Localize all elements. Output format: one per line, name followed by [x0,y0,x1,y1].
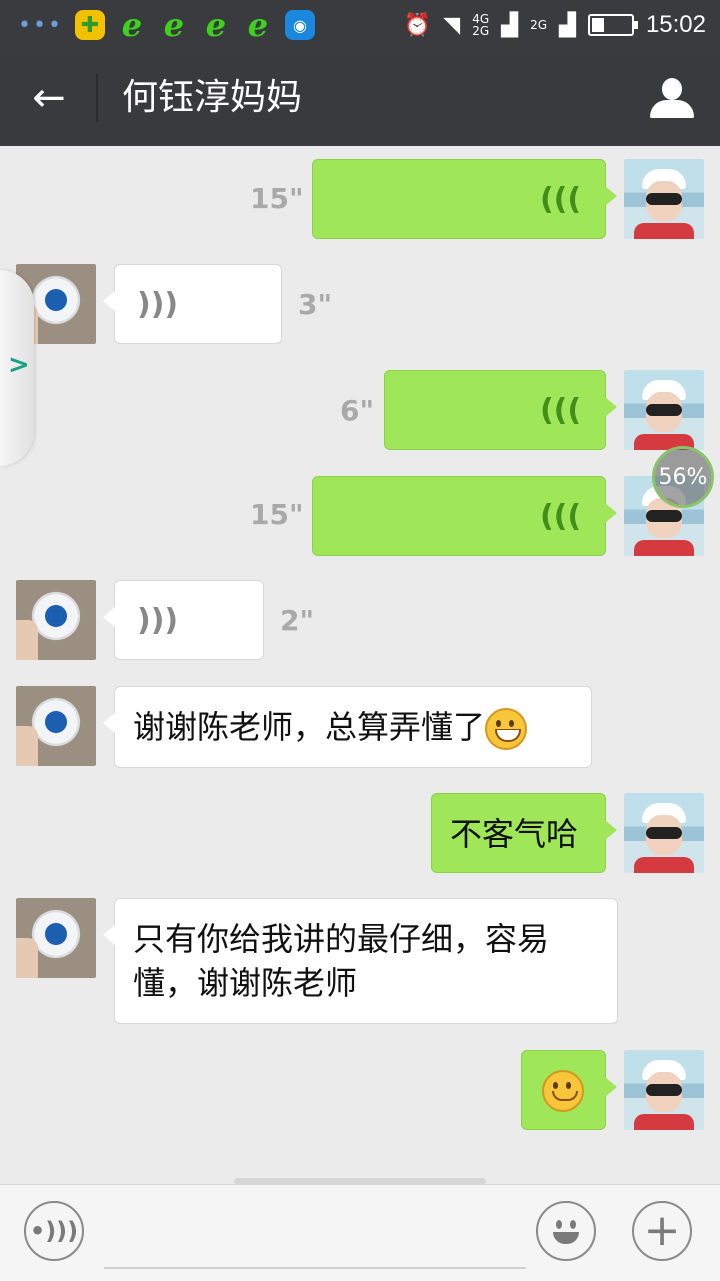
message-text-line: 只有你给我讲的最仔细，容易 [133,920,550,958]
ie-icon: e [205,6,227,44]
wifi-icon: ◥ [443,12,461,38]
voice-message-bubble[interactable]: ))) [103,264,282,344]
text-message-bubble[interactable]: 只有你给我讲的最仔细，容易 懂，谢谢陈老师 [103,898,618,1024]
text-message-bubble[interactable]: 谢谢陈老师，总算弄懂了 [103,686,592,768]
header-divider [96,74,98,122]
progress-badge[interactable]: 56% [652,446,714,508]
wifi-key-icon: ◉ [284,10,315,40]
plus-icon: + [643,1205,681,1256]
voice-message-bubble[interactable]: ))) [312,159,617,239]
arrow-left-icon: ← [32,75,66,121]
voice-icon: •))) [29,1217,79,1245]
text-message-bubble[interactable]: 不客气哈 [431,793,617,873]
message-text: 不客气哈 [450,815,579,853]
signal-icon: ▟ [559,12,576,38]
alarm-icon: ⏰ [403,12,432,38]
contact-avatar[interactable] [16,686,96,766]
voice-message-bubble[interactable]: ))) [103,580,264,660]
voice-duration: 2" [280,604,315,637]
voice-duration: 3" [298,288,333,321]
voice-toggle-button[interactable]: •))) [24,1201,84,1261]
message-text: 谢谢陈老师，总算弄懂了 [133,708,486,746]
floating-side-tab[interactable]: > [0,270,34,466]
network-2g-label: 2G [530,18,548,32]
ie-icon: e [163,6,185,44]
smiley-icon [547,1212,585,1250]
voice-message-bubble[interactable]: ))) [312,476,617,556]
input-bar: •))) + [0,1184,720,1281]
voice-duration: 6" [340,394,375,427]
self-avatar[interactable] [624,370,704,450]
voice-wave-icon: ))) [539,499,581,534]
ie-icon: e [247,6,269,44]
voice-wave-icon: ))) [539,393,581,428]
person-icon [662,78,682,100]
signal-icon: ▟ [501,12,519,38]
clock: 15:02 [645,11,706,38]
voice-message-bubble[interactable]: ))) [384,370,617,450]
more-button[interactable]: + [632,1201,692,1261]
contact-avatar[interactable] [16,898,96,978]
message-list[interactable]: ))) 15" ))) 3" ))) 6" ))) 15" ))) 2" 谢谢陈… [0,146,720,1182]
voice-wave-icon: ))) [137,603,179,638]
ie-icon: e [121,6,143,44]
self-avatar[interactable] [624,793,704,873]
back-button[interactable]: ← [22,74,76,122]
emoji-button[interactable] [536,1201,596,1261]
self-avatar[interactable] [624,1050,704,1130]
voice-duration: 15" [250,498,304,531]
smile-emoji-icon [542,1070,584,1112]
voice-wave-icon: ))) [539,182,581,217]
battery-icon [587,14,638,36]
message-input[interactable] [104,1205,526,1269]
system-status: ⏰ ◥ 4G 2G ▟ 2G ▟ 15:02 [404,8,706,42]
chat-header: ← 何钰淳妈妈 [0,50,720,146]
profile-button[interactable] [650,78,694,118]
network-4g-label: 4G 2G [472,12,490,38]
contact-avatar[interactable] [16,580,96,660]
grin-emoji-icon [485,708,528,750]
chevron-right-icon: > [8,350,30,380]
voice-duration: 15" [250,182,304,215]
voice-wave-icon: ))) [137,287,179,322]
status-bar: ••• ✚ e e e e ◉ ⏰ ◥ 4G 2G ▟ 2G ▟ 15:02 [0,0,720,50]
self-avatar[interactable] [624,159,704,239]
emoji-message-bubble[interactable] [521,1050,617,1130]
message-text-line: 懂，谢谢陈老师 [133,964,358,1002]
chat-title: 何钰淳妈妈 [122,77,303,118]
notification-icons: ••• ✚ e e e e ◉ [18,6,315,44]
more-notifications-icon: ••• [18,12,63,38]
plus-app-icon: ✚ [74,10,105,40]
